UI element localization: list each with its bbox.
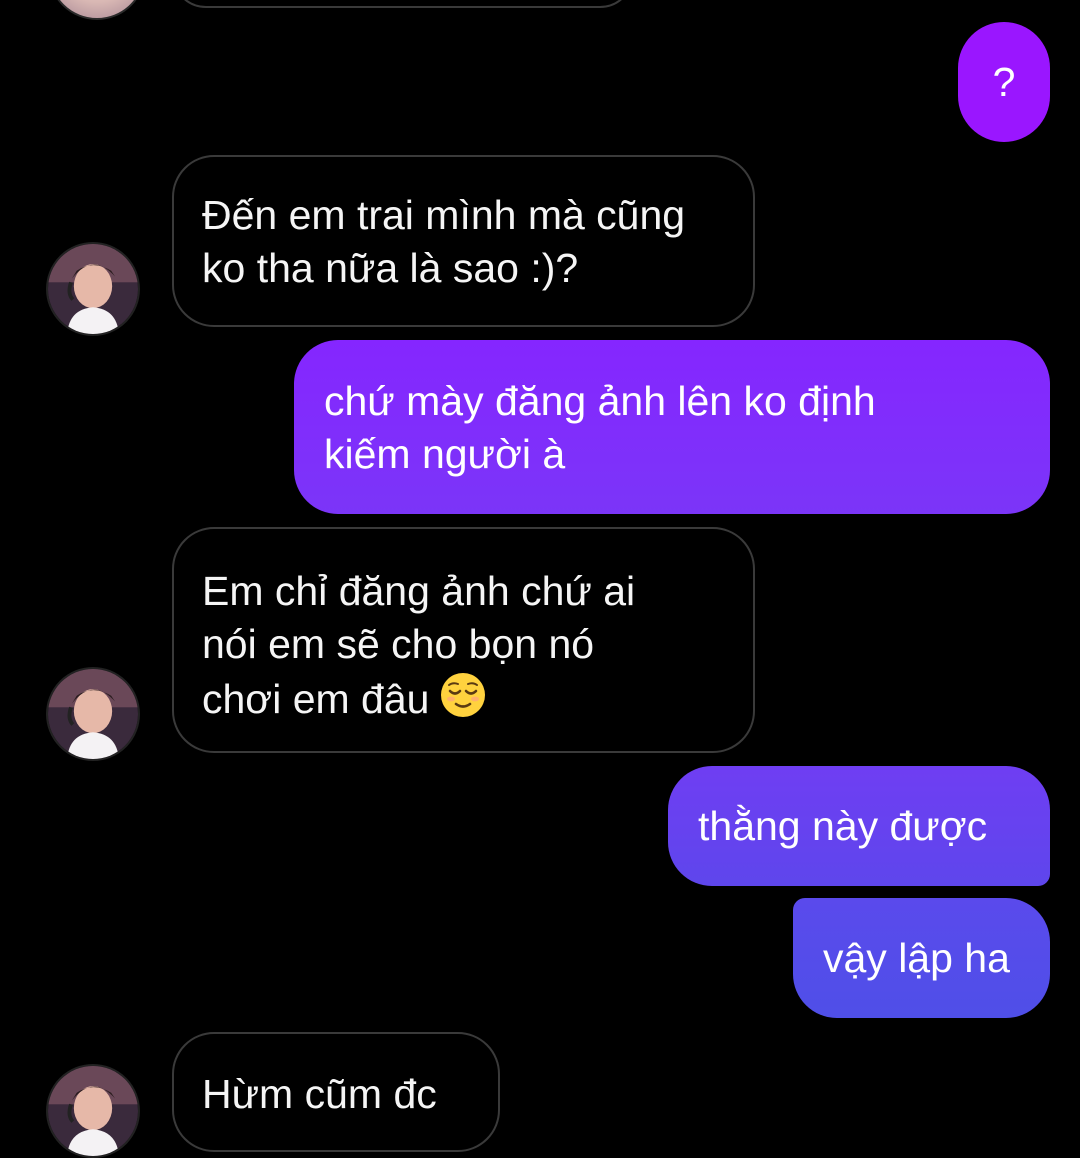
message-text: chơi em đâu	[202, 671, 725, 732]
message-text: Hừm cũm đc	[202, 1071, 437, 1117]
outgoing-message-bubble[interactable]: ?	[958, 22, 1050, 142]
message-text: Đến em trai mình mà cũng	[202, 192, 686, 238]
avatar-photo-icon	[48, 244, 138, 334]
message-text: vậy lập ha	[823, 935, 1010, 981]
message-text: Em chỉ đăng ảnh chứ ai	[202, 568, 636, 614]
contact-avatar[interactable]	[48, 0, 146, 20]
message-text: ko tha nữa là sao :)?	[202, 245, 579, 291]
incoming-message-bubble[interactable]	[172, 0, 634, 8]
contact-avatar[interactable]	[46, 667, 140, 761]
outgoing-message-bubble[interactable]: chứ mày đăng ảnh lên ko định kiếm người …	[294, 340, 1050, 514]
avatar-photo-icon	[48, 1066, 138, 1156]
contact-avatar[interactable]	[46, 242, 140, 336]
contact-avatar[interactable]	[46, 1064, 140, 1158]
incoming-message-bubble[interactable]: Đến em trai mình mà cũng ko tha nữa là s…	[172, 155, 755, 327]
avatar-photo-icon	[48, 669, 138, 759]
message-text: nói em sẽ cho bọn nó	[202, 621, 595, 667]
message-text: ?	[992, 59, 1016, 105]
incoming-message-bubble[interactable]: Hừm cũm đc	[172, 1032, 500, 1152]
chat-thread: ? Đến em trai mình mà cũng ko tha nữa là…	[0, 0, 1080, 1158]
message-text-fragment: chơi em đâu	[202, 676, 430, 722]
message-text: chứ mày đăng ảnh lên ko định	[324, 378, 876, 424]
incoming-message-bubble[interactable]: Em chỉ đăng ảnh chứ ai nói em sẽ cho bọn…	[172, 527, 755, 753]
outgoing-message-bubble[interactable]: vậy lập ha	[793, 898, 1050, 1018]
relieved-face-emoji-icon	[439, 671, 487, 732]
outgoing-message-bubble[interactable]: thằng này được	[668, 766, 1050, 886]
message-text: thằng này được	[698, 803, 988, 849]
message-text: kiếm người à	[324, 431, 566, 477]
